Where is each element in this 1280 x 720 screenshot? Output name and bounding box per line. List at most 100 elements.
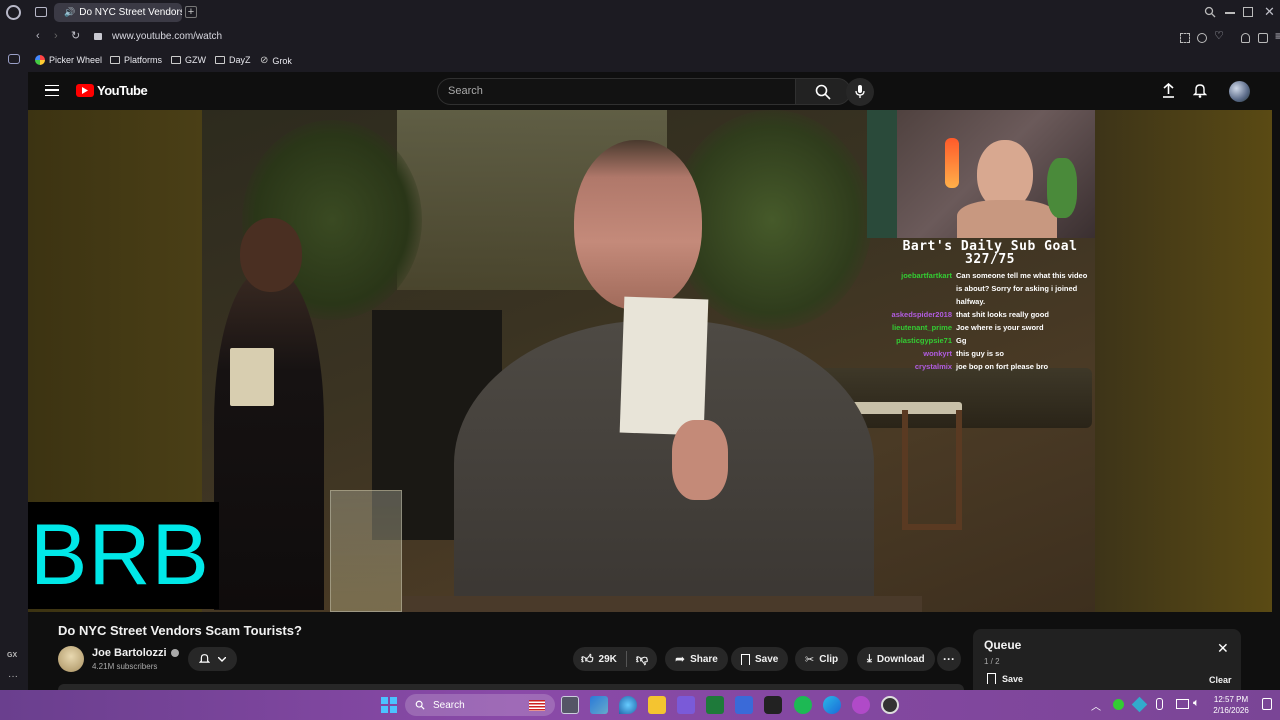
upload-icon[interactable]: [1162, 83, 1175, 98]
queue-save-button[interactable]: Save: [987, 673, 1023, 684]
download-button[interactable]: ⤓ Download: [857, 647, 935, 671]
tray-app-icon-2[interactable]: [1131, 696, 1148, 713]
notepad-icon[interactable]: [735, 696, 753, 714]
app-icon[interactable]: [852, 696, 870, 714]
search-button[interactable]: [795, 78, 851, 105]
droplet-app-icon[interactable]: [619, 696, 637, 714]
subscription-notifications-button[interactable]: [188, 647, 237, 671]
profile-icon[interactable]: [1241, 33, 1250, 43]
microphone-icon[interactable]: [1156, 698, 1163, 710]
voice-search-button[interactable]: [846, 78, 874, 106]
download-icon: ⤓: [867, 652, 872, 665]
back-icon[interactable]: ‹: [36, 31, 40, 42]
dislike-button[interactable]: 👎︎: [636, 652, 648, 667]
channel-name-row[interactable]: Joe Bartolozzi: [92, 647, 179, 659]
search-icon: [815, 84, 831, 100]
save-label: Save: [755, 653, 779, 665]
share-button[interactable]: ➦ Share: [665, 647, 728, 671]
windows-start-icon[interactable]: [381, 697, 397, 713]
aria-icon[interactable]: [8, 54, 20, 64]
url-field[interactable]: www.youtube.com/watch: [112, 31, 222, 42]
file-explorer-icon[interactable]: [648, 696, 666, 714]
queue-position: 1 / 2: [984, 657, 1000, 666]
maximize-button[interactable]: [1243, 7, 1253, 17]
lock-icon[interactable]: [94, 33, 102, 40]
sidebar-more-icon[interactable]: ···: [8, 671, 18, 682]
bookmark-gzw[interactable]: GZW: [171, 55, 206, 65]
chat-text: joe bop on fort please bro: [956, 362, 1049, 371]
snapshot-icon[interactable]: [1180, 33, 1190, 43]
folder-icon: [110, 56, 120, 64]
youtube-logo[interactable]: YouTube: [76, 83, 148, 98]
queue-panel: Queue 1 / 2 ✕ Save Clear: [973, 629, 1241, 691]
share-label: Share: [690, 653, 718, 665]
spotify-icon[interactable]: [794, 696, 812, 714]
tab-overview-icon[interactable]: [35, 7, 47, 17]
menu-icon[interactable]: ≡: [1275, 30, 1280, 42]
notifications-icon[interactable]: [1262, 698, 1272, 710]
bookmark-grok[interactable]: ⊘ Grok: [260, 55, 292, 66]
search-tabs-icon[interactable]: [1204, 6, 1216, 18]
clip-button[interactable]: ✂ Clip: [795, 647, 849, 671]
close-window-button[interactable]: ✕: [1264, 5, 1275, 18]
notifications-bell-icon[interactable]: [1193, 83, 1207, 98]
hamburger-menu-icon[interactable]: [45, 85, 59, 96]
tab-active[interactable]: 🔊 Do NYC Street Vendors: [54, 3, 182, 22]
new-tab-button[interactable]: +: [185, 6, 197, 18]
volume-icon[interactable]: 🔈︎: [1193, 697, 1200, 710]
gx-corner-label[interactable]: GX: [7, 652, 17, 659]
opera-gx-taskbar-icon[interactable]: [881, 696, 899, 714]
chat-username: crystalmix: [914, 362, 952, 371]
close-icon[interactable]: ✕: [1217, 640, 1229, 657]
tray-chevron-icon[interactable]: ︿: [1091, 698, 1101, 713]
search-input[interactable]: Search: [437, 78, 797, 105]
bookmark-label: GZW: [185, 55, 206, 65]
chat-text: Gg: [956, 336, 967, 345]
clip-label: Clip: [819, 653, 839, 665]
heart-icon[interactable]: ♡: [1214, 31, 1224, 42]
folder-icon: [215, 56, 225, 64]
clock[interactable]: 12:57 PM 2/16/2026: [1211, 694, 1251, 716]
avatar[interactable]: [1229, 81, 1250, 102]
search-icon: [415, 700, 425, 710]
capcut-icon[interactable]: [764, 696, 782, 714]
like-button[interactable]: 👍︎ 29K: [581, 652, 617, 667]
bookmark-platforms[interactable]: Platforms: [110, 55, 162, 65]
speaker-icon[interactable]: 🔊: [64, 7, 75, 18]
download-label: Download: [876, 653, 925, 665]
chat-username: lieutenant_prime: [891, 323, 952, 332]
chat-username: wonkyrt: [923, 349, 952, 358]
sub-goal-title: Bart's Daily Sub Goal 327/75: [902, 239, 1078, 267]
brb-overlay: BRB: [28, 502, 219, 609]
excel-icon[interactable]: [706, 696, 724, 714]
water-glass: [330, 490, 402, 612]
widgets-icon[interactable]: [590, 696, 608, 714]
save-button[interactable]: Save: [731, 647, 789, 671]
forward-icon[interactable]: ›: [54, 31, 58, 42]
reload-icon[interactable]: ↻: [71, 31, 80, 42]
bookmark-picker-wheel[interactable]: Picker Wheel: [35, 55, 102, 65]
taskbar-search[interactable]: Search: [405, 694, 555, 716]
video-title: Do NYC Street Vendors Scam Tourists?: [58, 623, 302, 638]
opera-logo-icon[interactable]: [6, 5, 21, 20]
chat-text: this guy is so: [956, 349, 1004, 358]
minimize-button[interactable]: [1225, 12, 1235, 14]
adblock-icon[interactable]: [1197, 33, 1207, 43]
bookmark-dayz[interactable]: DayZ: [215, 55, 251, 65]
queue-save-label: Save: [1002, 673, 1024, 684]
edge-icon[interactable]: [823, 696, 841, 714]
foreground-table: [402, 596, 922, 612]
cup: [230, 348, 274, 406]
network-icon[interactable]: [1176, 699, 1189, 709]
more-actions-button[interactable]: ···: [937, 647, 961, 671]
video-player[interactable]: Bart's Daily Sub Goal 327/75 joebartfart…: [28, 110, 1272, 612]
verified-icon: [170, 649, 179, 657]
task-view-icon[interactable]: [561, 696, 579, 714]
tray-app-icon[interactable]: [1113, 699, 1124, 710]
extensions-icon[interactable]: [1258, 33, 1268, 43]
queue-clear-button[interactable]: Clear: [1209, 675, 1232, 685]
apps-grid-icon[interactable]: [677, 696, 695, 714]
chat-text: Joe where is your sword: [956, 323, 1044, 332]
channel-avatar[interactable]: [58, 646, 84, 672]
cam-plush: [1047, 158, 1077, 218]
